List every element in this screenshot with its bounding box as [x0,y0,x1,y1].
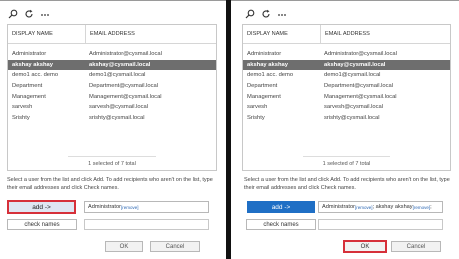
recipient-separator: ; [430,204,432,210]
check-names-button[interactable]: check names [246,219,316,230]
address-list: DISPLAY NAME EMAIL ADDRESS Administrator… [242,24,451,171]
list-rows: Administrator Administrator@cysmail.local… [243,44,450,123]
recipient-name: akshay akshay [375,204,413,210]
top-border [231,0,459,1]
row-name: Administrator [247,51,282,58]
row-name: Management [247,93,281,100]
list-row[interactable]: Department Department@cysmail.local [243,81,450,92]
remove-link[interactable]: [remove] [413,205,431,210]
right-panel: DISPLAY NAME EMAIL ADDRESS Administrator… [0,0,459,259]
row-name: demo1 acc. demo [247,72,294,79]
cancel-button[interactable]: Cancel [391,241,441,252]
refresh-icon[interactable] [260,8,272,20]
search-icon[interactable] [244,8,256,20]
list-header: DISPLAY NAME EMAIL ADDRESS [243,25,450,44]
remove-link[interactable]: [remove] [355,205,373,210]
row-name: Srishty [247,114,265,121]
list-row-selected[interactable]: akshay akshay akshay@cysmail.local [243,59,450,71]
row-email: demo1@cysmail.local [324,72,381,79]
row-email: Department@cysmail.local [324,83,394,90]
row-name: Department [247,83,278,90]
row-name: akshay akshay [247,61,288,68]
list-row[interactable]: Administrator Administrator@cysmail.local [243,49,450,60]
row-email: akshay@cysmail.local [324,61,386,68]
count-divider [303,156,390,157]
selection-count: 1 selected of 7 total [322,161,371,167]
list-row[interactable]: demo1 acc. demo demo1@cysmail.local [243,70,450,81]
recipient-separator: ; [372,204,375,210]
row-name: sarvesh [247,104,268,111]
add-button[interactable]: add -> [247,201,315,213]
list-row[interactable]: Srishty srishty@cysmail.local [243,113,450,124]
toolbar [244,8,288,20]
column-header-display-name[interactable]: DISPLAY NAME [243,25,320,43]
row-email: Management@cysmail.local [324,93,397,100]
row-email: sarvesh@cysmail.local [324,104,384,111]
column-header-email[interactable]: EMAIL ADDRESS [320,25,450,43]
recipients-field[interactable]: Administrator [remove]; akshay akshay [rem… [318,201,443,213]
row-email: Administrator@cysmail.local [324,51,397,58]
list-row[interactable]: Management Management@cysmail.local [243,91,450,102]
check-names-field[interactable] [318,219,443,230]
ok-button[interactable]: OK [343,240,387,253]
instructions-text: Select a user from the list and click Ad… [244,177,450,191]
list-row[interactable]: sarvesh sarvesh@cysmail.local [243,102,450,113]
more-icon[interactable] [276,8,288,20]
row-email: srishty@cysmail.local [324,114,380,121]
recipient-name: Administrator [322,204,355,210]
